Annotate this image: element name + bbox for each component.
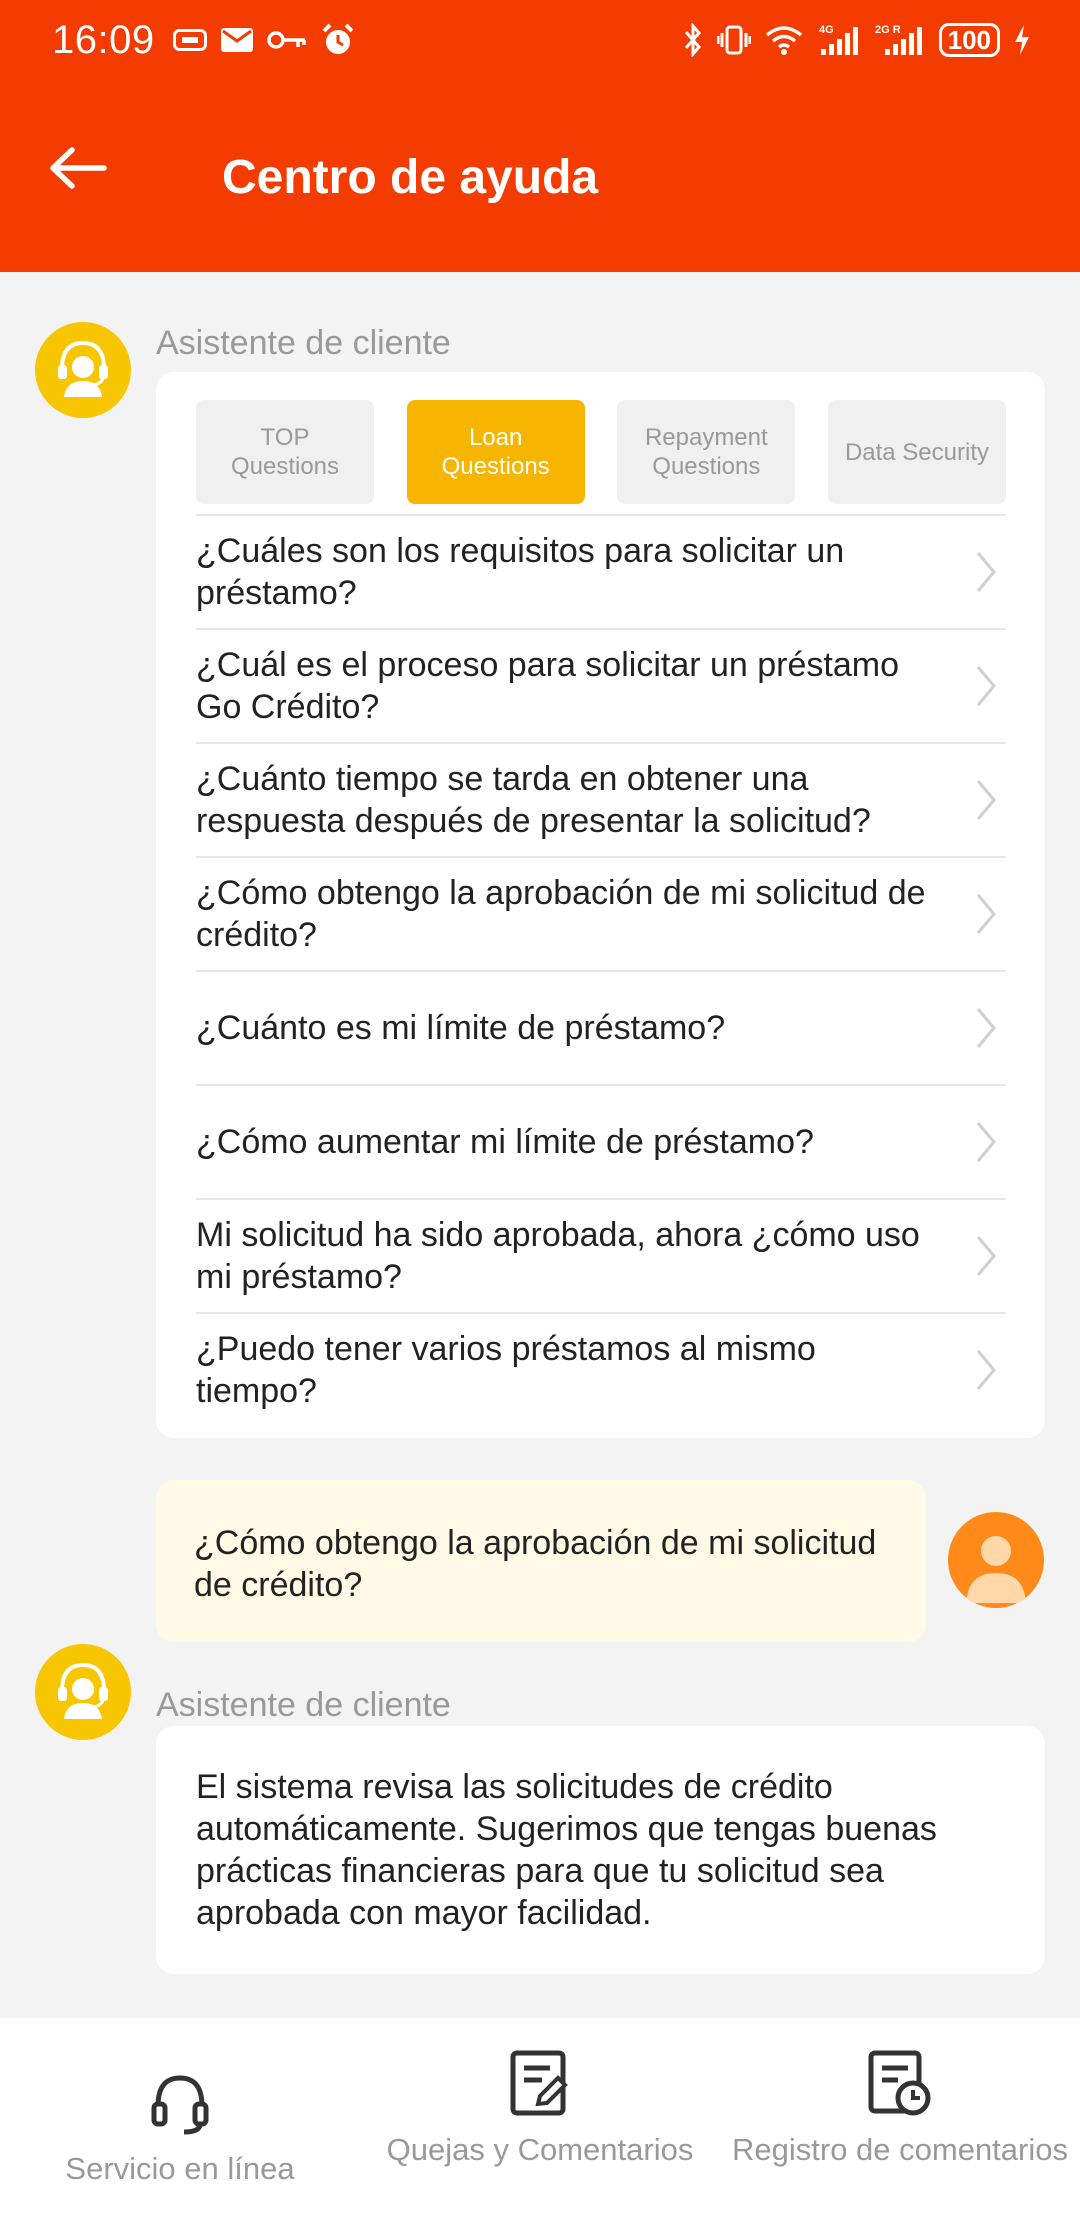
nav-label: Quejas y Comentarios bbox=[386, 2132, 694, 2167]
alarm-clock-icon bbox=[321, 23, 355, 57]
faq-question: ¿Puedo tener varios préstamos al mismo t… bbox=[196, 1330, 816, 1410]
sim-card-icon bbox=[172, 29, 207, 51]
status-time: 16:09 bbox=[52, 17, 155, 62]
faq-item[interactable]: ¿Puedo tener varios préstamos al mismo t… bbox=[196, 1312, 1006, 1426]
faq-item[interactable]: Mi solicitud ha sido aprobada, ahora ¿có… bbox=[196, 1198, 1006, 1312]
tab-top-questions[interactable]: TOP Questions bbox=[196, 400, 374, 504]
battery-indicator: 100 bbox=[938, 23, 1000, 57]
charging-icon bbox=[1014, 25, 1030, 55]
chevron-right-icon bbox=[966, 1120, 1006, 1164]
chevron-right-icon bbox=[966, 550, 1006, 594]
faq-question: ¿Cuál es el proceso para solicitar un pr… bbox=[196, 646, 899, 726]
assistant-avatar bbox=[35, 1644, 131, 1740]
faq-item[interactable]: ¿Cuáles son los requisitos para solicita… bbox=[196, 514, 1006, 628]
page-title: Centro de ayuda bbox=[222, 151, 599, 204]
nav-label: Registro de comentarios bbox=[732, 2132, 1068, 2167]
nav-online-service[interactable]: Servicio en línea bbox=[0, 2018, 360, 2240]
vibrate-icon bbox=[716, 25, 751, 55]
assistant-reply-bubble: El sistema revisa las solicitudes de cré… bbox=[156, 1726, 1045, 1974]
user-message-bubble: ¿Cómo obtengo la aprobación de mi solici… bbox=[156, 1480, 926, 1642]
faq-question: Mi solicitud ha sido aprobada, ahora ¿có… bbox=[196, 1216, 920, 1296]
chevron-right-icon bbox=[966, 778, 1006, 822]
document-clock-icon bbox=[868, 2050, 932, 2121]
chevron-right-icon bbox=[966, 1006, 1006, 1050]
arrow-left-icon bbox=[48, 146, 108, 195]
assistant-name: Asistente de cliente bbox=[156, 1686, 451, 1724]
faq-question: ¿Cuánto es mi límite de préstamo? bbox=[196, 1009, 726, 1047]
wifi-icon bbox=[765, 25, 803, 55]
notification-icons bbox=[172, 23, 355, 57]
headset-icon bbox=[148, 2070, 212, 2141]
faq-tabs: TOP Questions Loan Questions Repayment Q… bbox=[196, 400, 1006, 504]
network-type-2: 2G R bbox=[875, 24, 901, 36]
status-left: 16:09 bbox=[52, 18, 355, 63]
assistant-avatar bbox=[35, 322, 131, 418]
status-right: 4G 2G R 100 bbox=[683, 23, 1030, 57]
chevron-right-icon bbox=[966, 1234, 1006, 1278]
faq-item[interactable]: ¿Cuál es el proceso para solicitar un pr… bbox=[196, 628, 1006, 742]
back-button[interactable] bbox=[48, 140, 128, 200]
key-icon bbox=[266, 29, 307, 51]
tab-data-security[interactable]: Data Security bbox=[827, 400, 1006, 504]
customer-service-agent-icon bbox=[52, 337, 114, 404]
nav-label: Servicio en línea bbox=[65, 2151, 295, 2186]
nav-comment-history[interactable]: Registro de comentarios bbox=[720, 2018, 1080, 2240]
user-icon bbox=[956, 1523, 1036, 1608]
faq-question: ¿Cuánto tiempo se tarda en obtener una r… bbox=[196, 760, 871, 840]
nav-complaints[interactable]: Quejas y Comentarios bbox=[360, 2018, 720, 2240]
bluetooth-icon bbox=[683, 23, 703, 57]
chevron-right-icon bbox=[966, 1348, 1006, 1392]
bottom-nav: Servicio en línea Quejas y Comentarios R… bbox=[0, 2018, 1080, 2240]
tab-loan-questions[interactable]: Loan Questions bbox=[406, 400, 585, 504]
assistant-name: Asistente de cliente bbox=[156, 324, 451, 362]
faq-item[interactable]: ¿Cuánto es mi límite de préstamo? bbox=[196, 970, 1006, 1084]
user-avatar bbox=[948, 1512, 1044, 1608]
faq-card: TOP Questions Loan Questions Repayment Q… bbox=[156, 372, 1045, 1438]
network-type-1: 4G bbox=[819, 24, 834, 36]
customer-service-agent-icon bbox=[52, 1659, 114, 1726]
faq-item[interactable]: ¿Cuánto tiempo se tarda en obtener una r… bbox=[196, 742, 1006, 856]
faq-item[interactable]: ¿Cómo obtengo la aprobación de mi solici… bbox=[196, 856, 1006, 970]
chevron-right-icon bbox=[966, 664, 1006, 708]
signal-2g-icon: 2G R bbox=[875, 23, 925, 57]
faq-list: ¿Cuáles son los requisitos para solicita… bbox=[196, 514, 1006, 1426]
edit-document-icon bbox=[510, 2050, 570, 2121]
faq-question: ¿Cómo aumentar mi límite de préstamo? bbox=[196, 1123, 814, 1161]
status-bar: 16:09 4G 2G R 100 bbox=[0, 0, 1080, 80]
chevron-right-icon bbox=[966, 892, 1006, 936]
tab-repayment-questions[interactable]: Repayment Questions bbox=[617, 400, 796, 504]
signal-4g-icon: 4G bbox=[817, 23, 861, 57]
faq-question: ¿Cuáles son los requisitos para solicita… bbox=[196, 532, 845, 612]
faq-item[interactable]: ¿Cómo aumentar mi límite de préstamo? bbox=[196, 1084, 1006, 1198]
app-bar: Centro de ayuda bbox=[0, 80, 1080, 272]
mail-icon bbox=[220, 28, 253, 52]
faq-question: ¿Cómo obtengo la aprobación de mi solici… bbox=[196, 874, 926, 954]
